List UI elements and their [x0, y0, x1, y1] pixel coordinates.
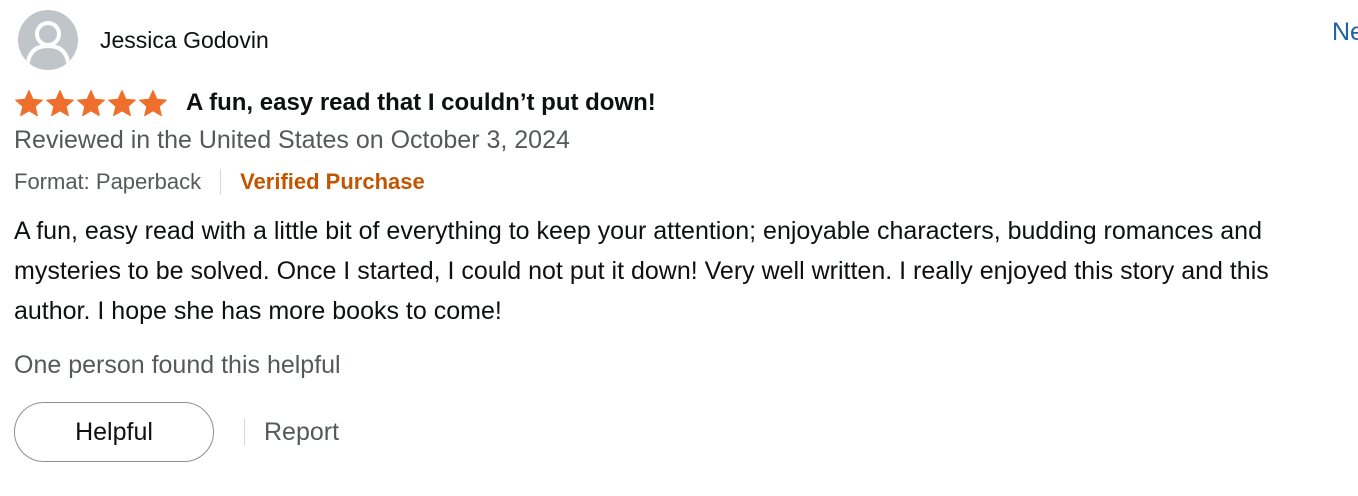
default-user-avatar-icon — [18, 10, 78, 70]
format-row: Format: Paperback Verified Purchase — [14, 167, 1344, 197]
review-date: Reviewed in the United States on October… — [14, 126, 570, 154]
star-icon — [77, 89, 105, 116]
reviewer-name[interactable]: Jessica Godovin — [100, 27, 269, 54]
star-icon — [108, 89, 136, 116]
helpful-button[interactable]: Helpful — [14, 402, 214, 462]
review-title[interactable]: A fun, easy read that I couldn’t put dow… — [186, 89, 656, 117]
star-icon — [15, 89, 43, 116]
review-card: Jessica Godovin A fun, easy read that I … — [14, 10, 1344, 462]
helpful-count: One person found this helpful — [14, 351, 341, 379]
star-icon — [139, 89, 167, 116]
verified-purchase-badge[interactable]: Verified Purchase — [240, 169, 425, 195]
report-link[interactable]: Report — [264, 418, 339, 447]
divider — [220, 169, 222, 195]
review-title-row: A fun, easy read that I couldn’t put dow… — [14, 86, 1344, 120]
star-icon — [46, 89, 74, 116]
cut-off-link[interactable]: Ne — [1332, 18, 1358, 47]
format-link[interactable]: Format: Paperback — [14, 169, 201, 195]
review-body: A fun, easy read with a little bit of ev… — [14, 217, 1269, 325]
divider — [244, 419, 245, 445]
star-rating[interactable] — [14, 89, 168, 118]
reviewer-profile[interactable]: Jessica Godovin — [14, 10, 1344, 70]
review-actions: Helpful Report — [14, 402, 1344, 462]
